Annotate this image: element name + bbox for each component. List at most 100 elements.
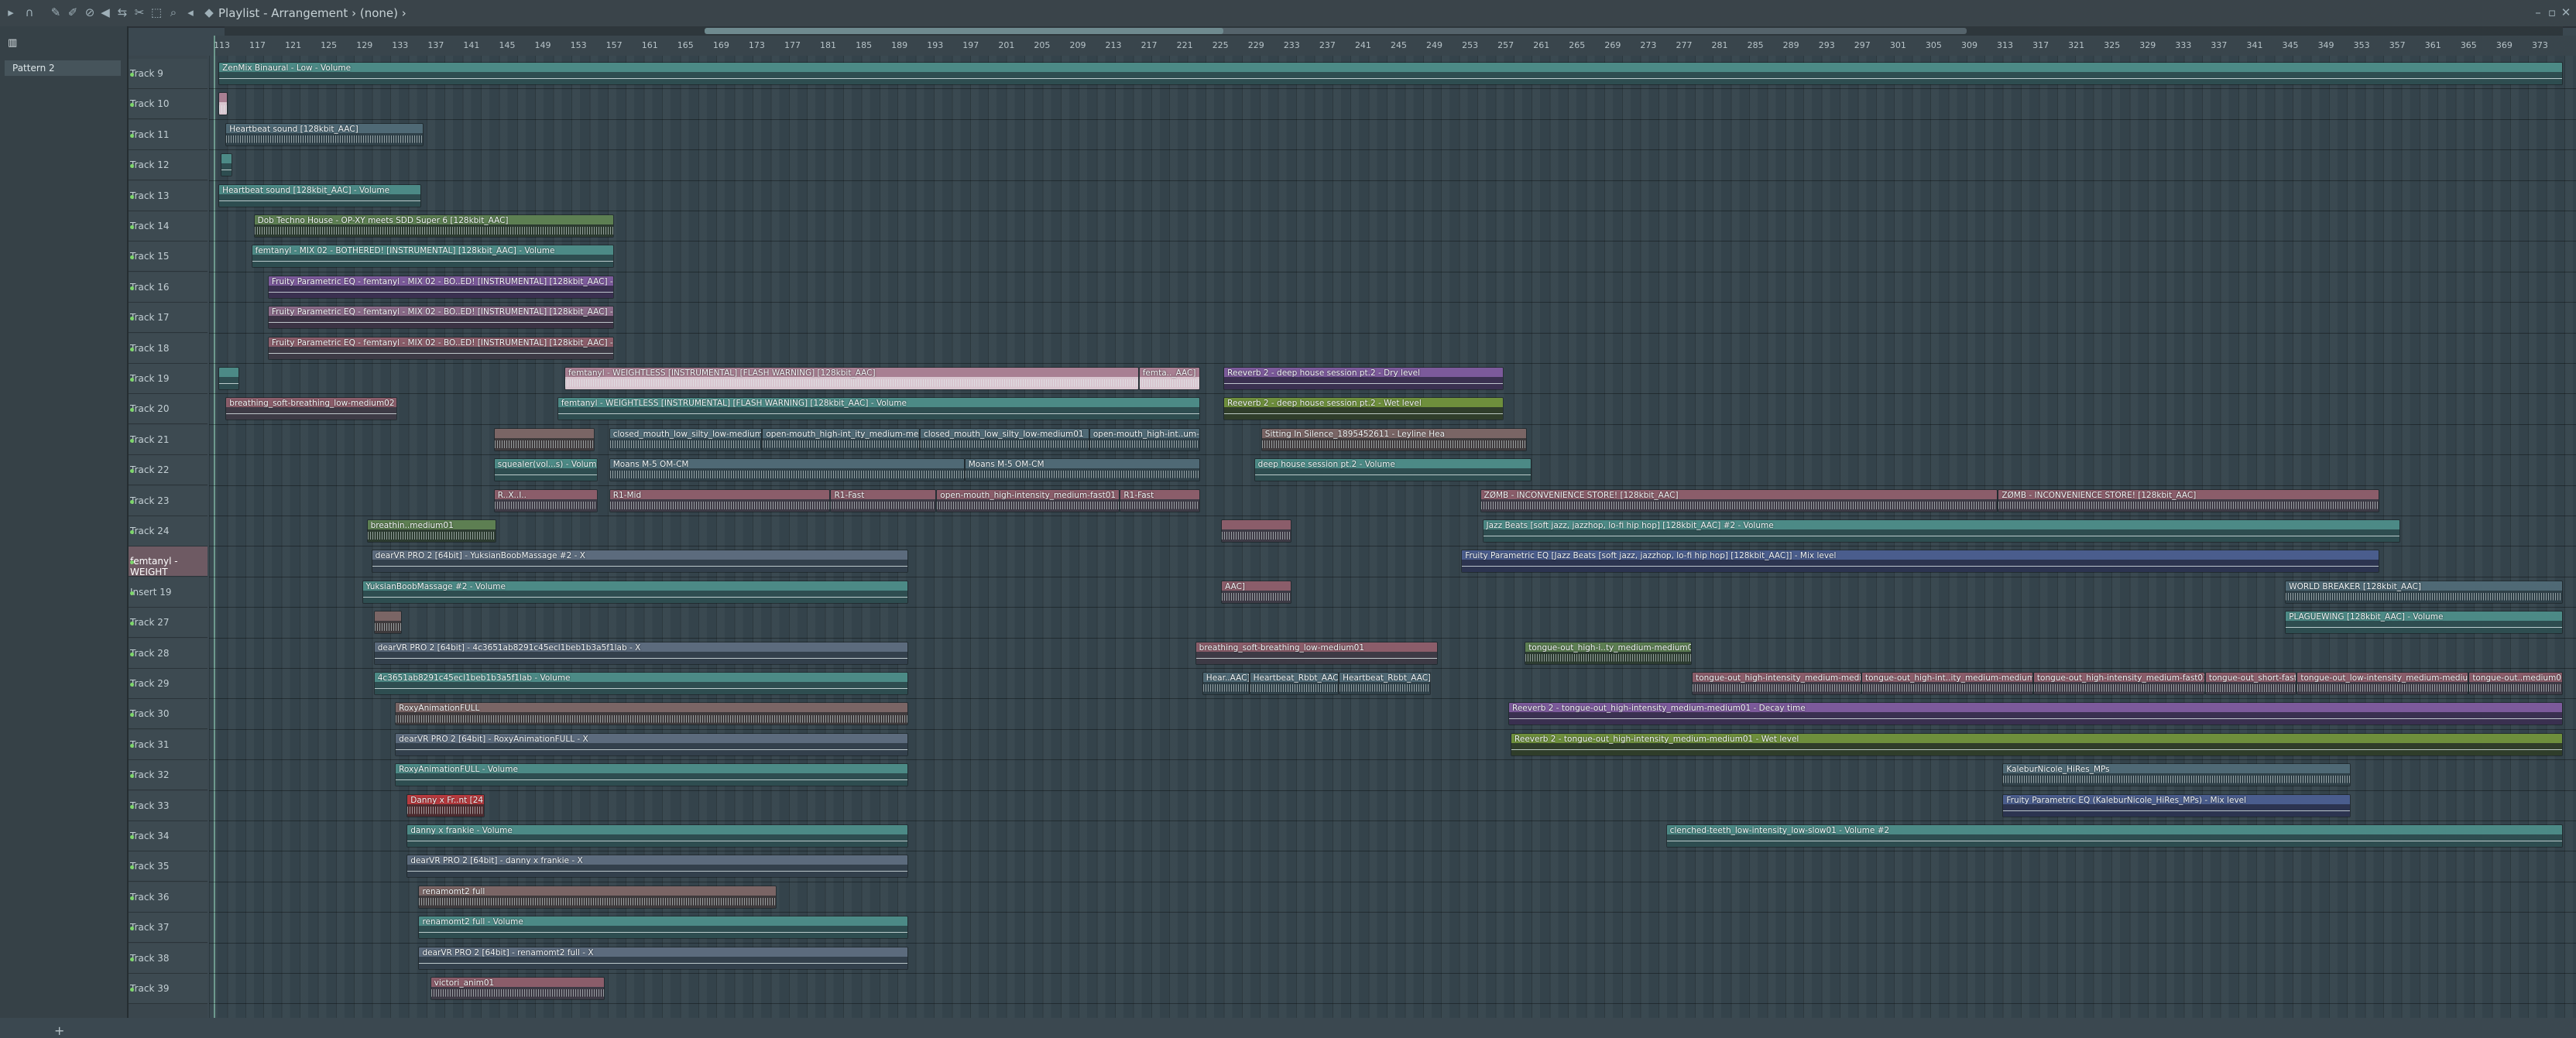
audio-clip[interactable]: R1-Mid (609, 488, 831, 512)
audio-clip[interactable]: KaleburNicole_HiRes_MPs (2002, 763, 2351, 787)
automation-clip[interactable]: Fruity Parametric EQ (KaleburNicole_HiRe… (2002, 793, 2351, 817)
automation-clip[interactable]: Fruity Parametric EQ - femtanyl - MIX 02… (267, 336, 614, 360)
audio-clip[interactable] (373, 611, 403, 635)
track-led-icon[interactable] (130, 499, 134, 504)
track-header[interactable]: Track 20 (129, 394, 208, 425)
audio-clip[interactable]: tongue-out_high-i..ty_medium-medium01 (1525, 641, 1693, 665)
track-led-icon[interactable] (130, 743, 134, 748)
audio-clip[interactable]: open-mouth_high-int_ity_medium-medium01 (762, 427, 920, 451)
track-header[interactable]: Track 28 (129, 638, 208, 669)
track-header[interactable]: femtanyl - WEIGHT (129, 546, 208, 577)
audio-clip[interactable]: open-mouth_high-intensity_medium-fast01 (936, 488, 1120, 512)
audio-clip[interactable]: breathin..medium01 (366, 519, 496, 543)
track-led-icon[interactable] (130, 530, 134, 534)
track-header[interactable]: Track 38 (129, 943, 208, 974)
automation-clip[interactable]: ZenMix Binaural - Low - Volume (218, 62, 2563, 85)
clip-header[interactable] (219, 368, 239, 377)
track-header[interactable]: Track 34 (129, 821, 208, 851)
automation-clip[interactable]: renamomt2 full - Volume (418, 916, 908, 940)
track-header[interactable]: Track 17 (129, 303, 208, 334)
close-icon[interactable]: ✕ (2560, 6, 2572, 19)
minimize-icon[interactable]: – (2532, 6, 2544, 19)
audio-clip[interactable]: tongue-out_low-intensity_medium-medium0 (2296, 672, 2469, 695)
slice-icon[interactable]: ✂ (133, 6, 146, 19)
playback-icon[interactable]: ◂ (184, 6, 197, 19)
audio-clip[interactable]: tongue-out..medium01 (2468, 672, 2563, 695)
track-header[interactable]: Track 16 (129, 272, 208, 303)
track-header[interactable]: Track 9 (129, 59, 208, 89)
clip-header[interactable] (221, 154, 232, 164)
audio-clip[interactable]: Moans M-5 OM-CM (609, 458, 965, 482)
automation-clip[interactable]: femtanyl - WEIGHTLESS [INSTRUMENTAL] [FL… (557, 397, 1200, 421)
track-header[interactable]: Track 30 (129, 699, 208, 730)
automation-clip[interactable]: Jazz Beats [soft jazz, jazzhop, lo-fi hi… (1482, 519, 2401, 543)
audio-clip[interactable]: Heartbeat_Rbbt_AAC] (1339, 672, 1431, 695)
track-header[interactable]: Track 11 (129, 119, 208, 150)
track-header[interactable]: Track 10 (129, 89, 208, 120)
track-header[interactable]: Track 31 (129, 729, 208, 760)
track-header[interactable]: Track 18 (129, 333, 208, 364)
audio-clip[interactable]: open-mouth_high-int..um-medium01 (1089, 427, 1200, 451)
audio-clip[interactable]: RoxyAnimationFULL (395, 702, 908, 726)
audio-clip[interactable]: closed_mouth_low_silty_low-medium01 (609, 427, 763, 451)
track-led-icon[interactable] (130, 957, 134, 961)
automation-clip[interactable]: dearVR PRO 2 [64bit] - RoxyAnimationFULL… (395, 732, 908, 756)
track-header[interactable]: Track 27 (129, 608, 208, 639)
track-led-icon[interactable] (130, 896, 134, 900)
select-icon[interactable]: ⬚ (150, 6, 163, 19)
automation-clip[interactable]: Heartbeat sound [128kbit_AAC] - Volume (218, 183, 421, 207)
audio-clip[interactable]: Sitting In Silence_1895452611 - Leyline … (1261, 427, 1528, 451)
automation-clip[interactable]: YuksianBoobMassage #2 - Volume (362, 580, 908, 604)
magnet-icon[interactable]: ∩ (23, 6, 36, 19)
audio-clip[interactable]: WORLD BREAKER [128kbit_AAC] (2285, 580, 2563, 604)
automation-clip[interactable]: Reeverb 2 - tongue-out_high-intensity_me… (1511, 732, 2563, 756)
track-header[interactable]: Track 33 (129, 790, 208, 821)
audio-clip[interactable]: ZØMB - INCONVENIENCE STORE! [128kbit_AAC… (1480, 488, 1998, 512)
automation-clip[interactable]: deep house session pt.2 - Volume (1254, 458, 1532, 482)
automation-clip[interactable]: PLAGUEWING [128kbit_AAC] - Volume (2285, 611, 2563, 635)
automation-clip[interactable]: squealer(vol...s) - Volume (493, 458, 598, 482)
track-header[interactable]: Track 36 (129, 882, 208, 913)
audio-clip[interactable]: femta.._AAC] (1138, 367, 1200, 390)
audio-clip[interactable]: victori_anim01 (430, 977, 605, 1000)
audio-clip[interactable]: tongue-out_high-int..ity_medium-medium01 (1861, 672, 2033, 695)
track-header[interactable]: Insert 19 (129, 577, 208, 608)
clip-header[interactable] (219, 63, 2562, 72)
audio-clip[interactable]: R..X..I.. (493, 488, 598, 512)
audio-clip[interactable]: renamomt2 full (418, 885, 777, 909)
track-led-icon[interactable] (130, 652, 134, 656)
maximize-icon[interactable]: ▫ (2546, 6, 2558, 19)
audio-clip[interactable]: Hear..AAC] (1202, 672, 1250, 695)
track-led-icon[interactable] (130, 194, 134, 199)
automation-clip[interactable]: dearVR PRO 2 [64bit] - renamomt2 full - … (418, 946, 908, 970)
audio-clip[interactable] (493, 427, 595, 451)
arrangement-name[interactable]: (none) (360, 6, 398, 20)
track-header[interactable]: Track 21 (129, 424, 208, 455)
track-led-icon[interactable] (130, 225, 134, 229)
horizontal-scrollbar[interactable] (225, 26, 2563, 36)
automation-clip[interactable]: Fruity Parametric EQ - femtanyl - MIX 02… (267, 306, 614, 330)
timeline-ruler[interactable]: 113 117 121 125 129 133 137 141 145 149 153 157 161 1… (214, 36, 2576, 57)
track-led-icon[interactable] (130, 988, 134, 992)
audio-clip[interactable]: femtanyl - WEIGHTLESS [INSTRUMENTAL] [FL… (564, 367, 1139, 390)
audio-clip[interactable]: R1-Fast (830, 488, 937, 512)
automation-clip[interactable] (221, 153, 233, 177)
audio-clip[interactable]: R1-Fast (1120, 488, 1200, 512)
automation-clip[interactable]: Fruity Parametric EQ - femtanyl - MIX 02… (267, 275, 614, 299)
automation-clip[interactable]: breathing_soft-breathing_low-medium02 (225, 397, 398, 421)
track-header[interactable]: Track 29 (129, 669, 208, 699)
playhead[interactable] (214, 36, 215, 1018)
track-header[interactable]: Track 14 (129, 211, 208, 242)
clip-header[interactable] (494, 428, 595, 438)
automation-clip[interactable]: Fruity Parametric EQ [Jazz Beats [soft j… (1461, 550, 2379, 574)
mute-icon[interactable]: ◀ (99, 6, 111, 19)
track-header[interactable]: Track 13 (129, 180, 208, 211)
audio-clip[interactable]: closed_mouth_low_silty_low-medium01 (920, 427, 1089, 451)
track-led-icon[interactable] (130, 347, 134, 351)
audio-clip[interactable] (1221, 519, 1292, 543)
audio-clip[interactable]: Danny x Fr..nt [24] (406, 793, 485, 817)
menu-arrow-icon[interactable]: ▸ (5, 6, 17, 19)
automation-clip[interactable]: danny x frankie - Volume (406, 824, 908, 848)
track-header[interactable]: Track 23 (129, 485, 208, 516)
track-header[interactable]: Track 19 (129, 364, 208, 394)
